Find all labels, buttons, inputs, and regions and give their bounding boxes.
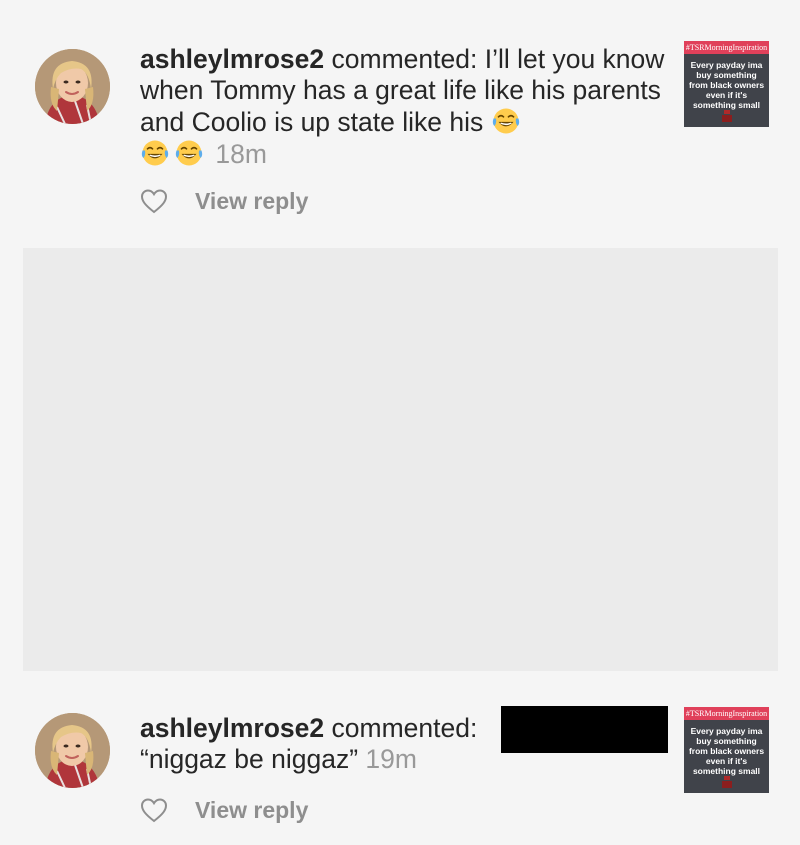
avatar[interactable] [35,713,110,788]
reply-row: View reply [140,795,308,825]
timestamp: 19m [365,744,417,774]
heart-icon[interactable] [140,797,168,823]
face-with-tears-of-joy-icon [491,106,521,136]
comment-text: ashleylmrose2 commented: I’ll let you kn… [140,44,675,170]
heart-icon[interactable] [140,188,168,214]
thumbnail-text: Every payday ima buy something from blac… [688,60,765,110]
view-reply-button[interactable]: View reply [195,188,308,215]
thumbnail-figure-icon [722,110,732,122]
thumbnail-hashtag: #TSRMorningInspiration [684,707,769,720]
comment-body: “niggaz be niggaz” [140,744,359,774]
thumbnail-text: Every payday ima buy something from blac… [688,726,765,776]
avatar-image [35,49,110,124]
face-with-tears-of-joy-icon [174,138,204,168]
face-with-tears-of-joy-icon [140,138,170,168]
thumbnail-figure-icon [722,776,732,788]
action-text: commented: [331,713,478,743]
action-text: commented: [331,44,478,74]
post-thumbnail[interactable]: #TSRMorningInspiration Every payday ima … [684,41,769,127]
timestamp: 18m [215,139,267,169]
username[interactable]: ashleylmrose2 [140,713,324,743]
media-placeholder [23,248,778,671]
view-reply-button[interactable]: View reply [195,797,308,824]
post-thumbnail[interactable]: #TSRMorningInspiration Every payday ima … [684,707,769,793]
notification-1[interactable]: ashleylmrose2 commented: I’ll let you kn… [0,0,800,240]
thumbnail-hashtag: #TSRMorningInspiration [684,41,769,54]
avatar-image [35,713,110,788]
notification-2[interactable]: ashleylmrose2 commented: “niggaz be nigg… [0,690,800,845]
username[interactable]: ashleylmrose2 [140,44,324,74]
avatar[interactable] [35,49,110,124]
redaction-bar [501,706,668,753]
reply-row: View reply [140,186,308,216]
